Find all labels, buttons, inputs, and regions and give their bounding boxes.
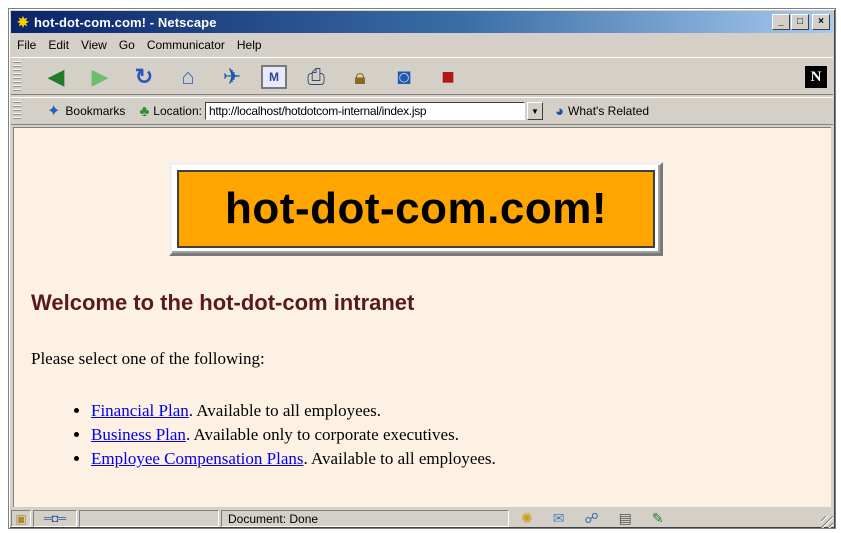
netscape-app-icon: ✵ xyxy=(17,14,29,30)
location-dropdown-button[interactable]: ▼ xyxy=(526,102,543,120)
status-text: Document: Done xyxy=(221,510,509,527)
page-heading: Welcome to the hot-dot-com intranet xyxy=(31,290,415,315)
list-item: Employee Compensation Plans. Available t… xyxy=(91,447,496,471)
plan-list: Financial Plan. Available to all employe… xyxy=(54,399,496,471)
option-note: . Available to all employees. xyxy=(303,449,496,468)
site-banner: hot-dot-com.com! xyxy=(169,162,663,256)
navigation-toolbar: ◀ ▶ ↻ ⌂ ✈ M ⎙ 🔒︎ ◙ ■ N xyxy=(11,57,833,95)
menu-communicator[interactable]: Communicator xyxy=(141,38,231,52)
navigation-buttons: ◀ ▶ ↻ ⌂ ✈ M ⎙ 🔒︎ ◙ ■ xyxy=(41,62,463,92)
print-icon[interactable]: ⎙ xyxy=(301,62,331,92)
window-title: hot-dot-com.com! - Netscape xyxy=(34,14,217,30)
menu-bar: File Edit View Go Communicator Help xyxy=(11,35,833,55)
page-content: hot-dot-com.com! Welcome to the hot-dot-… xyxy=(13,127,831,507)
connection-icon: ═◘═ xyxy=(33,510,77,527)
stop-icon[interactable]: ■ xyxy=(433,62,463,92)
component-bar: ✺ ✉ ☍ ▤ ✎ xyxy=(521,510,664,527)
menu-edit[interactable]: Edit xyxy=(42,38,75,52)
financial-plan-link[interactable]: Financial Plan xyxy=(91,401,189,420)
location-toolbar: ✦ Bookmarks ♣ Location: ▼ ◕ What's Relat… xyxy=(11,97,833,125)
forward-arrow-icon[interactable]: ▶ xyxy=(85,62,115,92)
window-controls: _ □ × xyxy=(771,14,830,30)
menu-file[interactable]: File xyxy=(11,38,42,52)
close-button[interactable]: × xyxy=(812,14,830,30)
browser-window: ✵ hot-dot-com.com! - Netscape _ □ × File… xyxy=(8,8,836,529)
mail-icon[interactable]: ✉ xyxy=(553,510,565,527)
whats-related-button[interactable]: What's Related xyxy=(568,104,649,118)
security-lock-icon[interactable]: ▣ xyxy=(11,510,31,527)
bookmarks-button[interactable]: Bookmarks xyxy=(65,104,125,118)
netscape-logo[interactable]: N xyxy=(805,66,827,88)
maximize-button[interactable]: □ xyxy=(791,14,809,30)
lock-icon[interactable]: 🔒︎ xyxy=(345,62,375,92)
location-icon[interactable]: ♣ xyxy=(139,103,149,120)
search-icon[interactable]: ✈ xyxy=(217,62,247,92)
toolbar-grip[interactable] xyxy=(13,101,21,121)
whats-related-icon[interactable]: ◕ xyxy=(555,103,564,120)
toolbar-grip[interactable] xyxy=(13,61,21,91)
location-row: ✦ Bookmarks ♣ Location: ▼ ◕ What's Relat… xyxy=(47,100,829,122)
menu-go[interactable]: Go xyxy=(113,38,141,52)
menu-view[interactable]: View xyxy=(75,38,113,52)
menu-help[interactable]: Help xyxy=(231,38,268,52)
business-plan-link[interactable]: Business Plan xyxy=(91,425,186,444)
location-label: Location: xyxy=(153,104,202,118)
banner-panel: hot-dot-com.com! xyxy=(177,170,655,248)
shopping-bag-icon[interactable]: ◙ xyxy=(389,62,419,92)
back-arrow-icon[interactable]: ◀ xyxy=(41,62,71,92)
guide-icon[interactable]: M xyxy=(261,65,287,89)
newsgroups-icon[interactable]: ☍ xyxy=(584,510,598,527)
title-bar[interactable]: ✵ hot-dot-com.com! - Netscape _ □ × xyxy=(11,11,833,33)
list-item: Business Plan. Available only to corpora… xyxy=(91,423,496,447)
list-item: Financial Plan. Available to all employe… xyxy=(91,399,496,423)
banner-text: hot-dot-com.com! xyxy=(225,184,607,233)
employee-compensation-link[interactable]: Employee Compensation Plans xyxy=(91,449,303,468)
minimize-button[interactable]: _ xyxy=(772,14,790,30)
bookmarks-icon[interactable]: ✦ xyxy=(47,101,60,121)
reload-icon[interactable]: ↻ xyxy=(129,62,159,92)
address-book-icon[interactable]: ▤ xyxy=(619,510,632,527)
selection-prompt: Please select one of the following: xyxy=(31,349,265,368)
composer-icon[interactable]: ✎ xyxy=(652,510,664,527)
resize-grip[interactable] xyxy=(821,516,833,528)
progress-bar xyxy=(79,510,219,527)
option-note: . Available only to corporate executives… xyxy=(185,425,459,444)
location-input[interactable] xyxy=(204,102,525,120)
option-note: . Available to all employees. xyxy=(188,401,382,420)
home-icon[interactable]: ⌂ xyxy=(173,62,203,92)
navigator-icon[interactable]: ✺ xyxy=(521,510,533,527)
status-bar: ▣ ═◘═ Document: Done ✺ ✉ ☍ ▤ ✎ xyxy=(11,509,833,528)
